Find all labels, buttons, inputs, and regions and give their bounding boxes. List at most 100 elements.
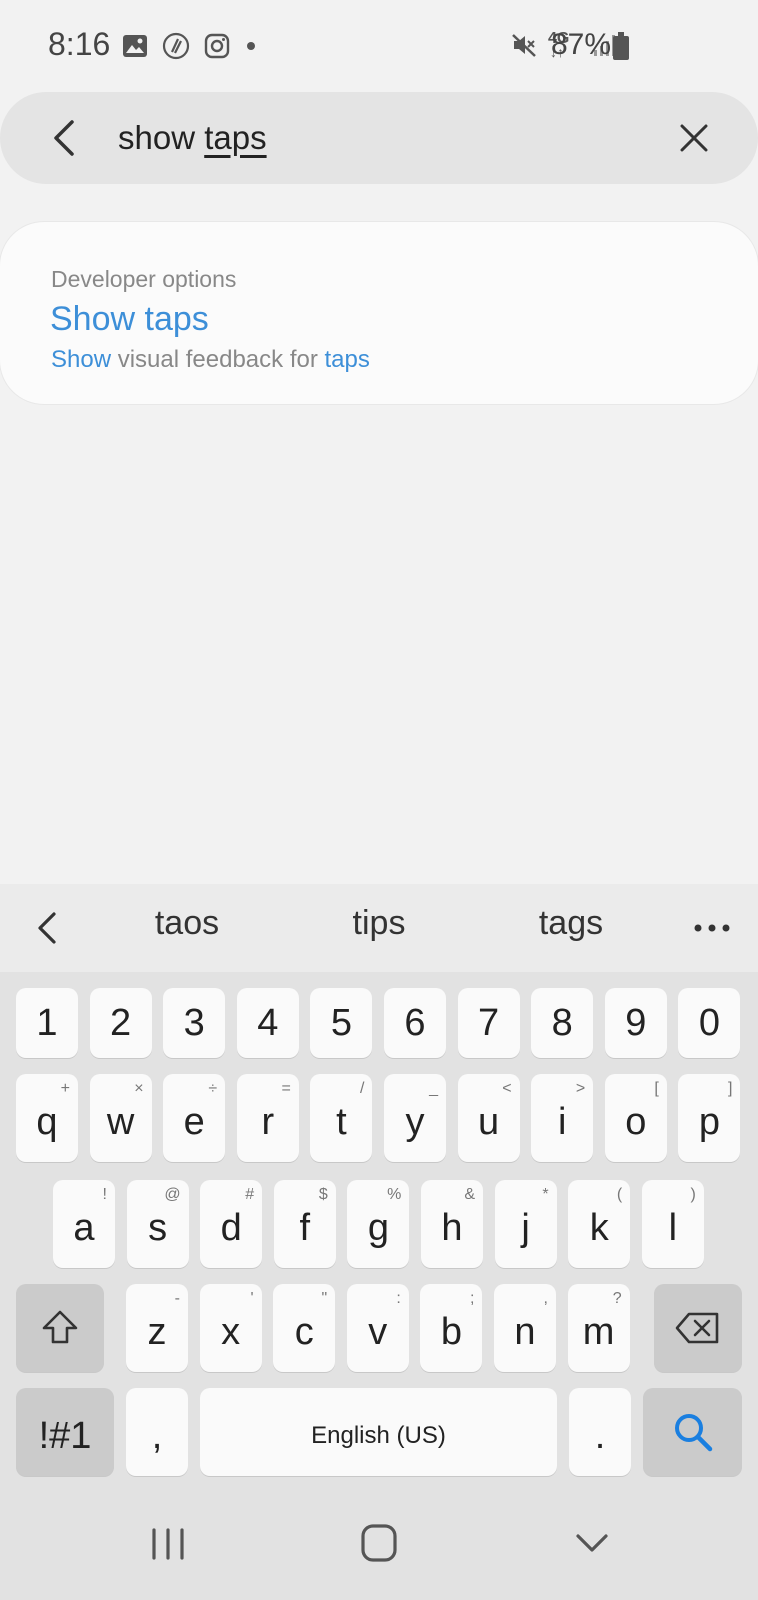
key-h-hint: & [464,1186,475,1203]
key-l-hint: ) [690,1186,696,1203]
notification-dot-icon [247,42,255,50]
search-input[interactable]: show taps [118,114,267,162]
key-k[interactable]: k( [568,1180,631,1268]
key-f[interactable]: f $ [273,1180,336,1268]
key-4-label: 4 [257,1001,279,1044]
key-9-label: 9 [625,1001,647,1044]
key-a-hint: ! [102,1186,107,1203]
key-q-hint: + [60,1080,70,1097]
key-x-hint: ' [250,1290,254,1307]
search-query-text: show [118,119,205,156]
home-icon[interactable] [349,1518,409,1570]
key-n-label: n [514,1310,536,1353]
key-b[interactable]: b; [420,1284,483,1372]
key-y[interactable]: y _ [384,1074,446,1162]
key-g-hint: % [387,1186,402,1203]
key-p-hint: ] [727,1080,733,1097]
recent-apps-icon[interactable] [138,1518,198,1570]
key-6-label: 6 [404,1001,426,1044]
key-l[interactable]: l) [641,1180,704,1268]
suggestion-bar: taos tips tags [0,884,758,972]
key-9[interactable]: 9 [604,988,667,1058]
key-e-hint: ÷ [208,1080,218,1097]
search-bar: show taps [0,92,758,184]
key-1[interactable]: 1 [16,988,78,1058]
space-key[interactable]: English (US) [200,1388,557,1476]
vsco-icon [162,32,190,60]
key-0-label: 0 [698,1001,720,1044]
key-5[interactable]: 5 [310,988,373,1058]
key-s[interactable]: s @ [126,1180,189,1268]
key-z[interactable]: z- [126,1284,188,1372]
key-8[interactable]: 8 [531,988,594,1058]
key-v[interactable]: v: [346,1284,409,1372]
key-a[interactable]: a! [53,1180,115,1268]
key-h[interactable]: h & [421,1180,483,1268]
search-key[interactable] [643,1388,742,1476]
key-t-label: t [336,1100,347,1143]
key-j[interactable]: j * [494,1180,557,1268]
key-o-hint: [ [654,1080,659,1097]
period-key[interactable]: . [569,1388,631,1476]
more-options-icon[interactable] [690,908,734,948]
key-z-hint: - [174,1290,180,1307]
key-4[interactable]: 4 [236,988,299,1058]
key-c-label: c [294,1310,314,1353]
suggestion-back-icon[interactable] [28,906,68,950]
keyboard: taos tips tags 1 2 3 4 5 6 7 8 9 0 q + w × e ÷ r = t / y _ u < i… [0,884,758,1484]
suggestion-3[interactable]: tags [496,904,646,943]
key-r[interactable]: r = [236,1074,299,1162]
search-result-show-taps[interactable]: Developer options Show taps Show visual … [0,222,758,404]
space-key-label: English (US) [311,1422,446,1449]
key-0[interactable]: 0 [678,988,741,1058]
key-n[interactable]: n, [494,1284,556,1372]
hide-keyboard-icon[interactable] [562,1518,622,1570]
key-e[interactable]: e ÷ [163,1074,226,1162]
key-2[interactable]: 2 [89,988,152,1058]
suggestion-1[interactable]: taos [112,904,262,943]
clear-icon[interactable] [670,114,718,162]
key-o[interactable]: o[ [604,1074,667,1162]
key-2-label: 2 [110,1001,132,1044]
key-m[interactable]: m? [567,1284,630,1372]
key-6[interactable]: 6 [384,988,446,1058]
key-7[interactable]: 7 [457,988,520,1058]
shift-icon [42,1310,78,1344]
key-w-label: w [106,1100,135,1143]
key-f-hint: $ [318,1186,328,1203]
symbols-key[interactable]: !#1 [16,1388,114,1476]
key-d[interactable]: d # [200,1180,263,1268]
comma-key[interactable]: , [126,1388,188,1476]
key-g[interactable]: g% [347,1180,410,1268]
shift-key[interactable] [16,1284,104,1372]
comma-key-label: , [151,1414,163,1457]
suggestion-2[interactable]: tips [304,904,454,943]
key-v-label: v [368,1310,388,1353]
key-y-hint: _ [429,1080,438,1097]
key-d-label: d [220,1206,242,1249]
key-7-label: 7 [478,1001,500,1044]
backspace-key[interactable] [654,1284,742,1372]
key-r-label: r [261,1100,275,1143]
key-3[interactable]: 3 [163,988,226,1058]
key-o-label: o [625,1100,647,1143]
key-c[interactable]: c " [273,1284,336,1372]
symbols-key-label: !#1 [38,1414,92,1457]
instagram-icon [204,33,230,59]
period-key-label: . [594,1414,606,1457]
key-i[interactable]: i > [531,1074,594,1162]
key-q[interactable]: q + [16,1074,78,1162]
key-b-hint: ; [469,1290,475,1307]
key-w[interactable]: w × [89,1074,152,1162]
key-t[interactable]: t / [310,1074,373,1162]
key-l-label: l [668,1206,678,1249]
key-w-hint: × [134,1080,144,1097]
key-x[interactable]: x ' [199,1284,262,1372]
result-desc-highlight-2: taps [324,346,370,373]
key-p[interactable]: p] [678,1074,741,1162]
key-m-label: m [582,1310,615,1353]
key-u[interactable]: u < [457,1074,520,1162]
back-arrow-icon[interactable] [42,114,90,162]
result-desc-highlight-1: Show [51,346,112,373]
key-u-label: u [478,1100,500,1143]
